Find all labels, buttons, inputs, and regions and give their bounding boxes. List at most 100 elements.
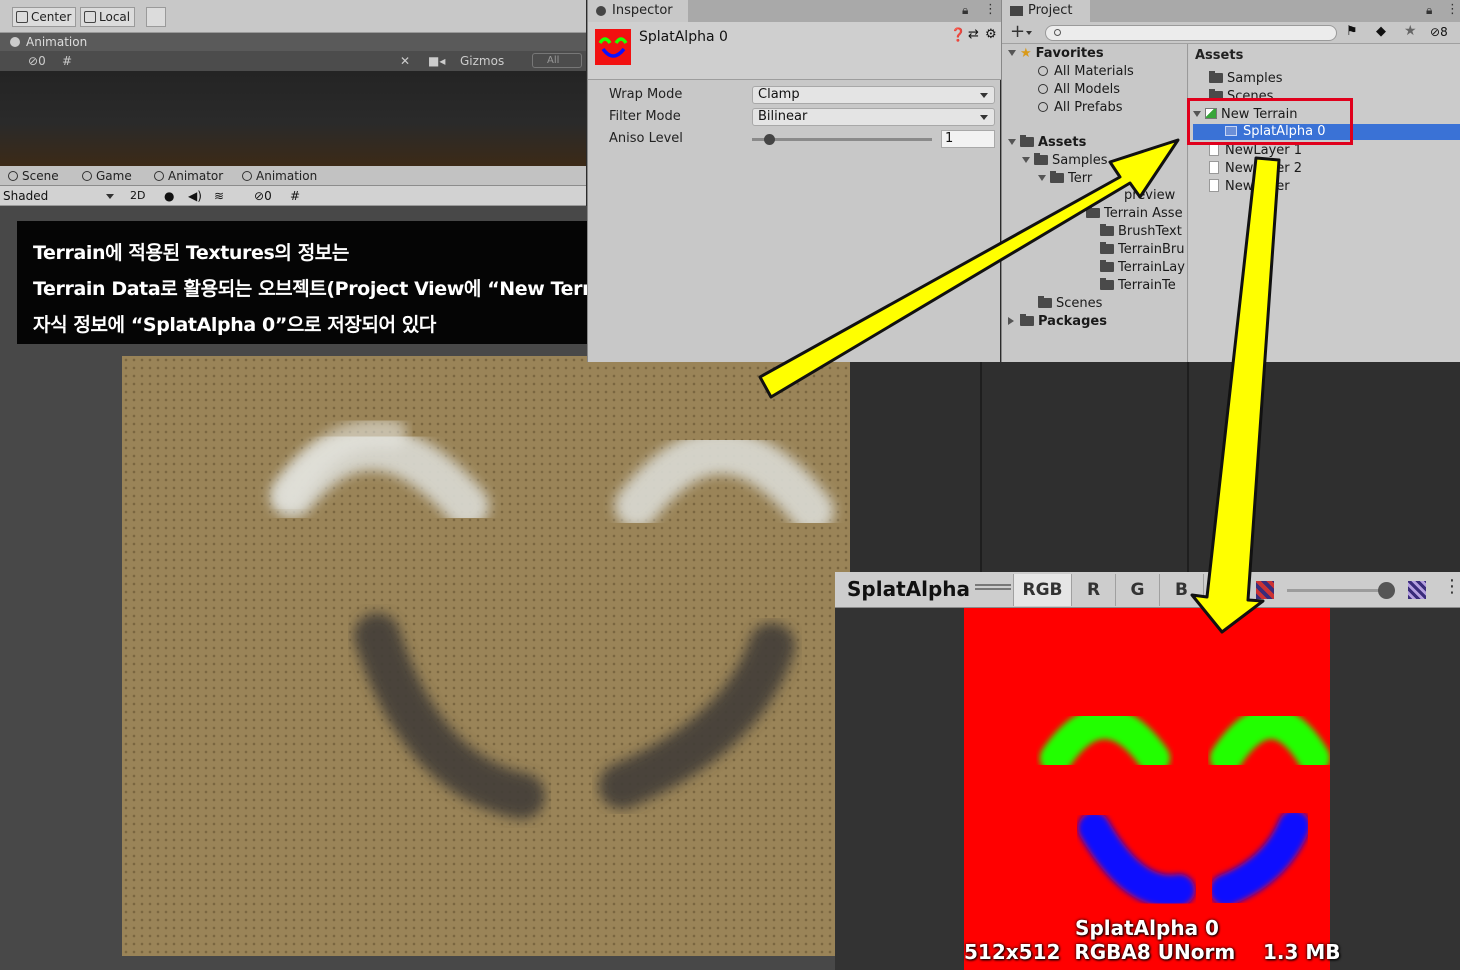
search-icon: [1038, 102, 1048, 112]
terrain[interactable]: [122, 356, 850, 956]
effects-icon[interactable]: ≋: [214, 186, 224, 206]
chevron-down-icon: [106, 194, 114, 199]
channel-g-button[interactable]: G: [1115, 574, 1159, 606]
tab-game[interactable]: Game: [78, 166, 132, 186]
document-icon: [1209, 179, 1219, 192]
tree-preview[interactable]: preview: [1124, 187, 1175, 205]
star-icon[interactable]: ★: [1404, 23, 1417, 39]
visibility-toggle[interactable]: ⊘0: [28, 51, 46, 71]
channel-a-button[interactable]: [1203, 574, 1247, 606]
camera-icon[interactable]: ■◂: [428, 51, 445, 71]
folder-icon: [1209, 71, 1223, 83]
tab-project[interactable]: Project: [1002, 0, 1090, 22]
caption-line-2: Terrain Data로 활용되는 오브젝트(Project View에 “N…: [33, 278, 661, 300]
document-icon: [1209, 161, 1219, 174]
help-icon[interactable]: ❓: [950, 28, 966, 43]
project-toolbar: + ⚑ ◆ ★ ⊘8: [1002, 22, 1460, 44]
label-icon[interactable]: ◆: [1376, 24, 1386, 39]
visibility-toggle[interactable]: ⊘0: [254, 186, 272, 206]
gizmos-button[interactable]: Gizmos: [460, 51, 504, 71]
mode-2d-button[interactable]: 2D: [130, 186, 145, 206]
asset-newlayer[interactable]: NewLayer: [1209, 178, 1290, 196]
tree-label: Samples: [1052, 153, 1108, 168]
space-local-button[interactable]: Local: [80, 7, 136, 27]
preview-title: SplatAlpha: [847, 577, 971, 601]
mip-slider[interactable]: [1287, 589, 1387, 592]
shading-mode-dropdown[interactable]: Shaded: [3, 186, 48, 206]
more-options-icon[interactable]: ⋮: [984, 2, 997, 17]
folder-icon: [1038, 296, 1052, 308]
wrap-mode-dropdown[interactable]: Clamp: [752, 86, 995, 104]
lock-icon[interactable]: 🔒︎: [1426, 3, 1432, 18]
asset-label: NewLayer 2: [1225, 161, 1303, 176]
filter-type-icon[interactable]: ⚑: [1346, 24, 1358, 39]
audio-icon[interactable]: ◀): [188, 186, 202, 206]
chevron-down-icon: [1008, 50, 1016, 56]
tab-label: Scene: [22, 169, 59, 183]
thumb-right-eye: [614, 37, 628, 45]
folder-icon: [1086, 206, 1100, 218]
tree-label: BrushText: [1118, 224, 1182, 239]
tree-all-prefabs[interactable]: All Prefabs: [1038, 99, 1123, 117]
filter-mode-dropdown[interactable]: Bilinear: [752, 108, 995, 126]
tree-terrain-textures[interactable]: TerrainTe: [1100, 277, 1176, 295]
grid-icon[interactable]: #: [290, 186, 300, 206]
aniso-level-slider[interactable]: [752, 138, 932, 141]
tree-brush-textures[interactable]: BrushText: [1100, 223, 1182, 241]
tab-scene[interactable]: Scene: [4, 166, 59, 186]
create-plus-button[interactable]: +: [1010, 22, 1025, 42]
tree-terrain-brushes[interactable]: TerrainBru: [1100, 241, 1185, 259]
drag-handle-icon[interactable]: [975, 588, 1011, 590]
more-options-icon[interactable]: ⋮: [1443, 576, 1460, 597]
aniso-level-slider-handle[interactable]: [764, 134, 775, 145]
tree-favorites[interactable]: ★ Favorites: [1008, 45, 1104, 63]
splat-mouth-right: [1210, 810, 1310, 906]
preview-asset-name: SplatAlpha 0: [1075, 916, 1219, 940]
more-options-icon[interactable]: ⋮: [1446, 2, 1459, 17]
tab-inspector[interactable]: Inspector: [588, 0, 688, 22]
tree-all-models[interactable]: All Models: [1038, 81, 1120, 99]
asset-samples[interactable]: Samples: [1209, 70, 1283, 88]
mip-slider-handle[interactable]: [1378, 582, 1395, 599]
lock-icon[interactable]: 🔒︎: [962, 3, 968, 18]
project-search-input[interactable]: [1045, 25, 1337, 41]
project-asset-list: Assets Samples Scenes New Terrain SplatA…: [1189, 44, 1460, 362]
grid-icon[interactable]: #: [62, 51, 72, 71]
tab-animator[interactable]: Animator: [150, 166, 223, 186]
lighting-icon[interactable]: ●: [164, 186, 174, 206]
tree-assets[interactable]: Assets: [1008, 134, 1086, 152]
tree-label: TerrainTe: [1118, 278, 1176, 293]
pivot-center-button[interactable]: Center: [12, 7, 77, 27]
tree-terrain-layers[interactable]: TerrainLay: [1100, 259, 1185, 277]
channel-r-button[interactable]: R: [1071, 574, 1115, 606]
tools-icon[interactable]: ✕: [400, 51, 410, 71]
thumb-mouth: [601, 47, 626, 58]
hidden-packages-toggle[interactable]: ⊘8: [1430, 25, 1448, 39]
tree-scenes[interactable]: Scenes: [1038, 295, 1102, 313]
tree-terrain-folder[interactable]: Terr: [1038, 170, 1092, 188]
animation-panel-header: Animation: [0, 33, 586, 51]
tree-samples[interactable]: Samples: [1022, 152, 1108, 170]
aniso-level-input[interactable]: 1: [941, 130, 995, 148]
tree-packages[interactable]: Packages: [1008, 313, 1107, 331]
gear-icon[interactable]: ⚙: [985, 27, 997, 42]
scene-toolbar: Shaded 2D ● ◀) ≋ ⊘0 #: [0, 186, 586, 206]
tab-animation[interactable]: Animation: [238, 166, 317, 186]
preset-icon[interactable]: ⇄: [968, 27, 979, 42]
star-icon: ★: [1020, 46, 1032, 61]
hierarchy-search-input[interactable]: All: [532, 53, 582, 68]
search-icon: [1054, 29, 1061, 36]
tree-terrain-assets[interactable]: Terrain Asse: [1086, 205, 1183, 223]
channel-b-button[interactable]: B: [1159, 574, 1203, 606]
splat-mouth-left: [1078, 812, 1195, 907]
channel-rgb-button[interactable]: RGB: [1013, 574, 1071, 606]
preview-asset-details: 512x512 RGBA8 UNorm 1.3 MB: [964, 940, 1341, 964]
project-panel: Project 🔒︎ ⋮ + ⚑ ◆ ★ ⊘8 ★ Favorites All M…: [1001, 0, 1460, 362]
mip-low-icon: [1256, 581, 1274, 599]
asset-newlayer-2[interactable]: NewLayer 2: [1209, 160, 1302, 178]
folder-icon: [1100, 242, 1114, 254]
tree-all-materials[interactable]: All Materials: [1038, 63, 1134, 81]
clock-icon: [242, 171, 252, 181]
grid-snap-button[interactable]: [146, 7, 166, 27]
terrain-mouth-right-stroke: [599, 623, 795, 809]
